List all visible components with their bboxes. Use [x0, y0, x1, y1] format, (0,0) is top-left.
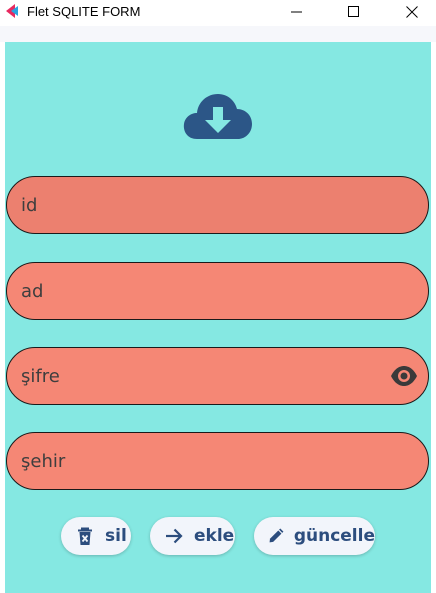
- ad-field[interactable]: [6, 262, 429, 320]
- id-field[interactable]: [6, 176, 429, 234]
- flet-logo-icon: [6, 4, 18, 18]
- maximize-button[interactable]: [331, 0, 376, 24]
- page-top-margin: [0, 26, 436, 42]
- minimize-icon: [290, 11, 302, 13]
- id-input[interactable]: [21, 177, 381, 233]
- eye-icon[interactable]: [390, 364, 418, 388]
- arrow-right-icon: [166, 528, 183, 544]
- sehir-input[interactable]: [21, 433, 381, 489]
- delete-icon: [78, 527, 92, 545]
- sifre-input[interactable]: [21, 348, 381, 404]
- minimize-button[interactable]: [274, 0, 319, 24]
- ad-input[interactable]: [21, 263, 381, 319]
- maximize-icon: [347, 6, 359, 17]
- sehir-field[interactable]: [6, 432, 429, 490]
- ekle-button[interactable]: ekle: [150, 517, 235, 555]
- ekle-label: ekle: [194, 526, 235, 546]
- guncelle-button[interactable]: güncelle: [254, 517, 375, 555]
- close-icon: [405, 6, 418, 18]
- window-title: Flet SQLITE FORM: [27, 4, 141, 19]
- close-button[interactable]: [389, 0, 434, 24]
- sil-label: sil: [105, 526, 127, 546]
- cloud-download-icon: [183, 94, 252, 139]
- sil-button[interactable]: sil: [61, 517, 131, 555]
- guncelle-label: güncelle: [293, 526, 375, 546]
- title-bar: Flet SQLITE FORM: [0, 0, 436, 26]
- edit-pencil-icon: [269, 528, 284, 543]
- sifre-field[interactable]: [6, 347, 429, 405]
